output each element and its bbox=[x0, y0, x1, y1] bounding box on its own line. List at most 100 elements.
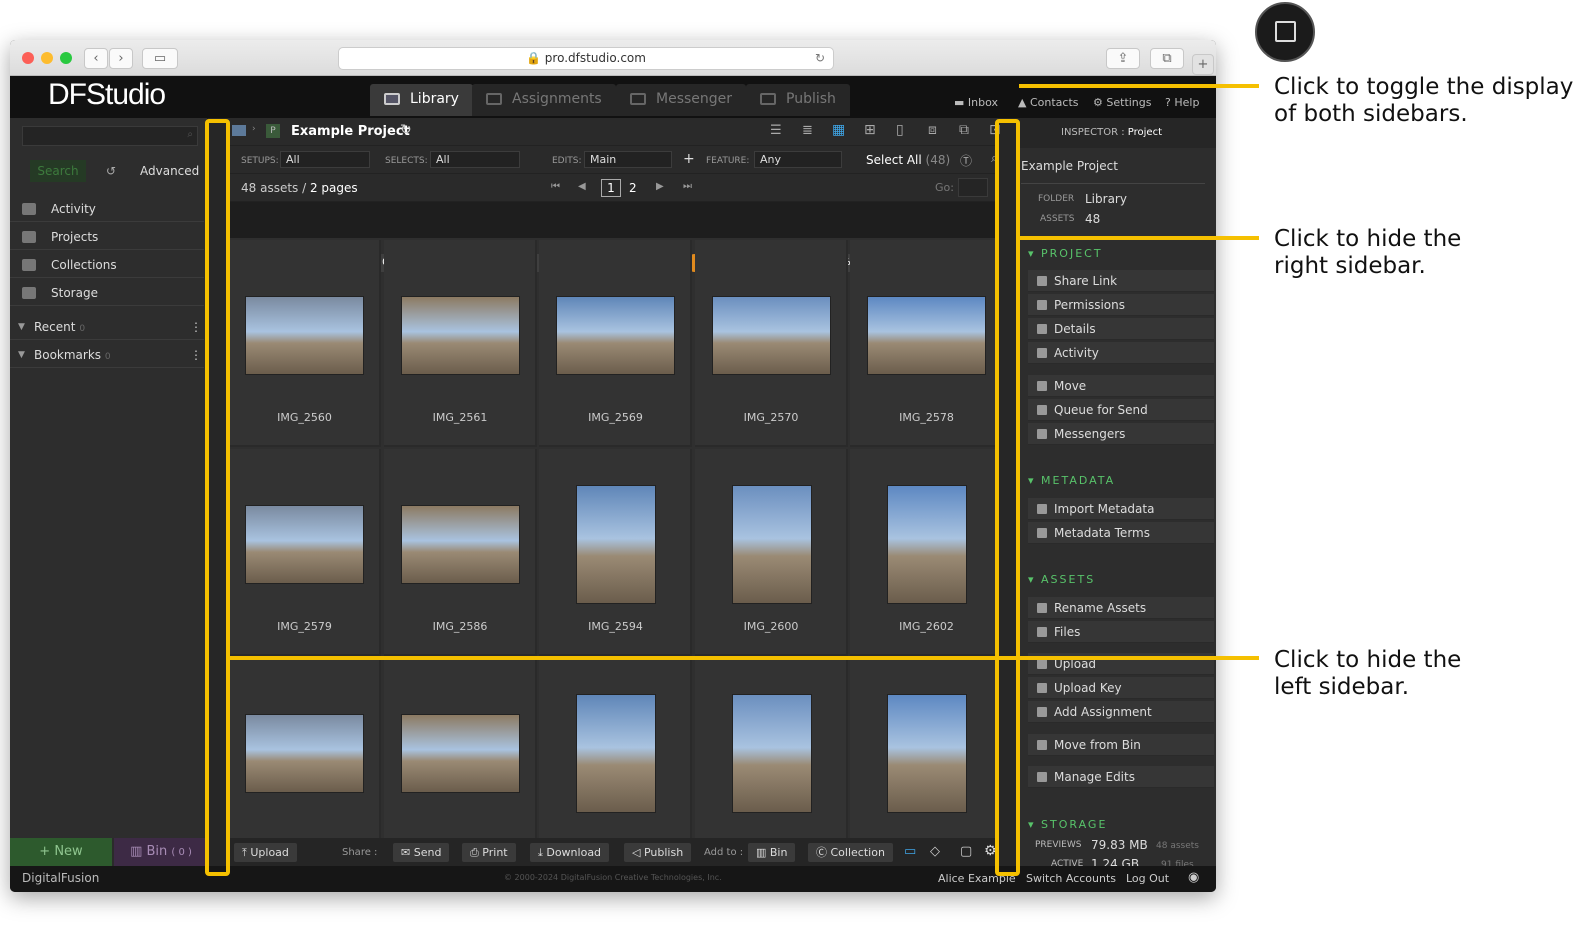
asset-thumbnail[interactable] bbox=[245, 296, 364, 375]
asset-thumbnail[interactable] bbox=[711, 296, 831, 375]
asset-tile[interactable]: IMG_2570 bbox=[694, 240, 848, 447]
section-metadata[interactable]: ▾ METADATA bbox=[1028, 474, 1115, 487]
switch-accounts-link[interactable]: Switch Accounts bbox=[1026, 872, 1116, 885]
contacts-link[interactable]: ▲ Contacts bbox=[1018, 96, 1079, 109]
add-to-collection-button[interactable]: Ⓒ Collection bbox=[808, 843, 893, 862]
inspector-item-move-from-bin[interactable]: Move from Bin bbox=[1028, 734, 1214, 756]
logout-link[interactable]: Log Out bbox=[1126, 872, 1169, 885]
asset-thumbnail[interactable] bbox=[400, 505, 520, 584]
bookmarks-section[interactable]: ▼ Bookmarks 0 ⋮ bbox=[10, 342, 204, 368]
address-bar[interactable]: 🔒 pro.dfstudio.com ↻ bbox=[338, 47, 834, 70]
large-grid-icon[interactable]: ⊞ bbox=[864, 122, 876, 138]
detail-view-icon[interactable]: ≣ bbox=[802, 123, 813, 138]
share-icon[interactable]: ⇪ bbox=[1106, 48, 1140, 69]
new-tab-icon[interactable]: + bbox=[1192, 54, 1214, 75]
search-input[interactable]: ⌕ bbox=[22, 126, 198, 146]
publish-button[interactable]: ◁ Publish bbox=[624, 843, 692, 862]
minimize-light[interactable] bbox=[41, 52, 53, 64]
go-page-input[interactable] bbox=[958, 178, 988, 197]
asset-thumbnail[interactable] bbox=[887, 694, 967, 813]
forward-icon[interactable]: › bbox=[109, 48, 133, 69]
reload-icon[interactable]: ↻ bbox=[815, 48, 825, 69]
list-view-icon[interactable]: ☰ bbox=[770, 123, 782, 138]
download-button[interactable]: ⤓ Download bbox=[530, 843, 610, 862]
eye-icon[interactable]: ◉ bbox=[1188, 870, 1199, 885]
asset-tile[interactable]: IMG_2578 bbox=[850, 240, 998, 447]
first-page-icon[interactable]: ⏮ bbox=[551, 181, 560, 192]
asset-thumbnail[interactable] bbox=[556, 296, 675, 375]
last-page-icon[interactable]: ⏭ bbox=[683, 181, 692, 192]
next-page-icon[interactable]: ▶ bbox=[656, 181, 664, 192]
asset-tile[interactable]: IMG_2586 bbox=[383, 449, 537, 656]
monitor-icon[interactable]: ▢ bbox=[960, 844, 972, 859]
asset-thumbnail[interactable] bbox=[867, 296, 986, 375]
inspector-item-rename-assets[interactable]: Rename Assets bbox=[1028, 597, 1214, 619]
help-link[interactable]: ? Help bbox=[1165, 96, 1199, 109]
page-2-button[interactable]: 2 bbox=[629, 181, 637, 195]
asset-thumbnail[interactable] bbox=[731, 694, 812, 813]
refresh-icon[interactable]: ↻ bbox=[400, 122, 412, 138]
sidebar-item-collections[interactable]: Collections bbox=[10, 252, 204, 278]
settings-link[interactable]: ⚙ Settings bbox=[1093, 96, 1152, 109]
selects-select[interactable]: All bbox=[430, 151, 520, 168]
asset-thumbnail[interactable] bbox=[576, 485, 656, 604]
asset-tile[interactable]: IMG_2600 bbox=[694, 449, 848, 656]
advanced-link[interactable]: Advanced bbox=[140, 164, 199, 178]
inspector-item-queue-for-send[interactable]: Queue for Send bbox=[1028, 399, 1214, 421]
send-button[interactable]: ✉ Send bbox=[393, 843, 450, 862]
asset-thumbnail[interactable] bbox=[887, 485, 967, 604]
inspector-item-files[interactable]: Files bbox=[1028, 621, 1214, 643]
text-toggle-icon[interactable]: Ⓣ bbox=[960, 152, 972, 169]
asset-tile[interactable]: IMG_2594 bbox=[539, 449, 692, 656]
close-light[interactable] bbox=[22, 52, 34, 64]
select-all-button[interactable]: Select All (48) bbox=[866, 153, 950, 167]
asset-thumbnail[interactable] bbox=[400, 296, 520, 375]
back-icon[interactable]: ‹ bbox=[84, 48, 108, 69]
more-icon[interactable]: ⋮ bbox=[190, 314, 202, 340]
grid-view-icon[interactable]: ▦ bbox=[832, 122, 845, 138]
asset-tile[interactable]: IMG_2602 bbox=[850, 449, 998, 656]
sidebar-item-storage[interactable]: Storage bbox=[10, 280, 204, 306]
inspector-item-metadata-terms[interactable]: Metadata Terms bbox=[1028, 522, 1214, 544]
tag-icon[interactable]: ◇ bbox=[930, 844, 940, 859]
tabs-icon[interactable]: ⧉ bbox=[1150, 48, 1184, 69]
asset-tile[interactable] bbox=[694, 658, 848, 838]
zoom-light[interactable] bbox=[60, 52, 72, 64]
search-button[interactable]: Search bbox=[30, 160, 86, 182]
asset-tile[interactable]: IMG_2560 bbox=[228, 240, 381, 447]
sidebar-icon[interactable]: ▭ bbox=[142, 48, 178, 69]
inspector-item-share-link[interactable]: Share Link bbox=[1028, 270, 1214, 292]
add-edit-icon[interactable]: + bbox=[683, 151, 695, 167]
compare-view-icon[interactable]: ⧈ bbox=[928, 122, 937, 138]
recent-section[interactable]: ▼ Recent 0 ⋮ bbox=[10, 314, 204, 340]
inspector-item-activity[interactable]: Activity bbox=[1028, 342, 1214, 364]
inspector-item-permissions[interactable]: Permissions bbox=[1028, 294, 1214, 316]
asset-thumbnail[interactable] bbox=[245, 505, 364, 584]
tab-messenger[interactable]: Messenger bbox=[616, 84, 747, 116]
asset-tile[interactable]: IMG_2561 bbox=[383, 240, 537, 447]
sidebar-item-projects[interactable]: Projects bbox=[10, 224, 204, 250]
bin-button[interactable]: ▥ Bin ( 0 ) bbox=[114, 838, 208, 866]
inspector-item-details[interactable]: Details bbox=[1028, 318, 1214, 340]
tab-assignments[interactable]: Assignments bbox=[472, 84, 616, 116]
edits-select[interactable]: Main bbox=[584, 151, 672, 168]
overlap-view-icon[interactable]: ⧉ bbox=[959, 122, 969, 138]
section-assets[interactable]: ▾ ASSETS bbox=[1028, 573, 1095, 586]
asset-tile[interactable] bbox=[539, 658, 692, 838]
more-icon[interactable]: ⋮ bbox=[190, 342, 202, 368]
asset-thumbnail[interactable] bbox=[400, 714, 520, 793]
inspector-item-manage-edits[interactable]: Manage Edits bbox=[1028, 766, 1214, 788]
inspector-item-move[interactable]: Move bbox=[1028, 375, 1214, 397]
inspector-item-import-metadata[interactable]: Import Metadata bbox=[1028, 498, 1214, 520]
page-1-button[interactable]: 1 bbox=[601, 179, 621, 197]
setups-select[interactable]: All bbox=[280, 151, 370, 168]
inbox-link[interactable]: ▬ Inbox bbox=[954, 96, 998, 109]
asset-tile[interactable] bbox=[850, 658, 998, 838]
asset-tile[interactable] bbox=[228, 658, 381, 838]
tab-publish[interactable]: Publish bbox=[746, 84, 850, 116]
upload-button[interactable]: ⤒ Upload bbox=[234, 843, 297, 862]
asset-tile[interactable]: IMG_2579 bbox=[228, 449, 381, 656]
prev-page-icon[interactable]: ◀ bbox=[578, 181, 586, 192]
asset-thumbnail[interactable] bbox=[576, 694, 656, 813]
inspector-item-add-assignment[interactable]: Add Assignment bbox=[1028, 701, 1214, 723]
